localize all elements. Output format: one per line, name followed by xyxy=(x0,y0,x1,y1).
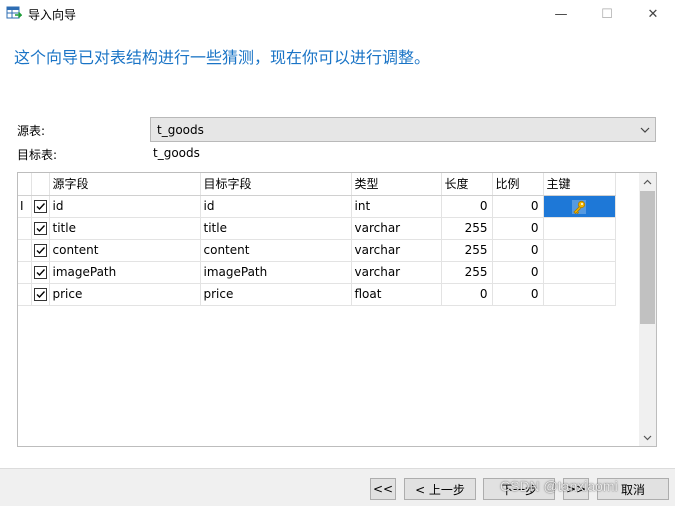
column-header-source[interactable]: 源字段 xyxy=(49,173,201,196)
scale-cell[interactable]: 0 xyxy=(492,283,544,306)
target-field-cell[interactable]: price xyxy=(200,283,352,306)
maximize-button[interactable]: ☐ xyxy=(584,0,630,28)
title-bar: 导入向导 — ☐ ✕ xyxy=(0,0,675,28)
key-icon xyxy=(571,199,586,214)
row-checkbox-cell[interactable] xyxy=(31,283,50,306)
row-checkbox[interactable] xyxy=(33,222,47,235)
row-indicator-header xyxy=(18,173,32,196)
checkmark-icon xyxy=(36,225,45,233)
scale-cell[interactable]: 0 xyxy=(492,195,544,218)
minimize-icon: — xyxy=(554,6,568,22)
window-title: 导入向导 xyxy=(28,8,77,22)
table-row[interactable]: title title varchar 255 0 xyxy=(18,217,616,240)
maximize-icon: ☐ xyxy=(601,6,613,22)
row-checkbox[interactable] xyxy=(33,266,47,279)
scroll-up-button[interactable] xyxy=(639,173,656,190)
source-table-select[interactable]: t_goods xyxy=(150,117,656,142)
length-cell[interactable]: 255 xyxy=(441,261,493,284)
field-mapping-grid: 源字段 目标字段 类型 长度 比例 主键 I id id int 0 0 tit… xyxy=(17,172,657,447)
row-indicator xyxy=(18,239,32,262)
table-row[interactable]: I id id int 0 0 xyxy=(18,195,616,218)
target-table-value: t_goods xyxy=(153,146,200,160)
scale-cell[interactable]: 0 xyxy=(492,239,544,262)
close-button[interactable]: ✕ xyxy=(630,0,675,28)
minimize-button[interactable]: — xyxy=(538,0,584,28)
import-wizard-icon xyxy=(6,6,22,19)
row-checkbox[interactable] xyxy=(33,244,47,257)
length-cell[interactable]: 0 xyxy=(441,195,493,218)
source-field-cell[interactable]: title xyxy=(49,217,201,240)
target-field-cell[interactable]: id xyxy=(200,195,352,218)
chevron-down-icon xyxy=(643,435,652,440)
target-field-cell[interactable]: content xyxy=(200,239,352,262)
current-row-indicator: I xyxy=(18,195,32,218)
scrollbar-thumb[interactable] xyxy=(640,191,655,324)
row-checkbox[interactable] xyxy=(33,288,47,301)
column-header-length[interactable]: 长度 xyxy=(441,173,493,196)
column-header-type[interactable]: 类型 xyxy=(351,173,442,196)
primary-key-cell[interactable] xyxy=(543,283,616,306)
length-cell[interactable]: 255 xyxy=(441,217,493,240)
target-field-cell[interactable]: title xyxy=(200,217,352,240)
type-cell[interactable]: varchar xyxy=(351,239,442,262)
table-row[interactable]: imagePath imagePath varchar 255 0 xyxy=(18,261,616,284)
close-icon: ✕ xyxy=(647,6,659,22)
chevron-up-icon xyxy=(643,179,652,184)
column-header-target[interactable]: 目标字段 xyxy=(200,173,352,196)
source-field-cell[interactable]: price xyxy=(49,283,201,306)
column-header-primary-key[interactable]: 主键 xyxy=(543,173,616,196)
primary-key-cell[interactable] xyxy=(543,195,616,218)
first-step-button[interactable]: << xyxy=(370,478,396,500)
watermark: CSDN @tanxiaomi xyxy=(500,478,618,494)
checkmark-icon xyxy=(36,291,45,299)
vertical-scrollbar[interactable] xyxy=(639,173,656,446)
checkbox-header xyxy=(31,173,50,196)
type-cell[interactable]: int xyxy=(351,195,442,218)
target-field-cell[interactable]: imagePath xyxy=(200,261,352,284)
target-table-label: 目标表: xyxy=(17,148,58,162)
source-field-cell[interactable]: content xyxy=(49,239,201,262)
previous-step-button[interactable]: < 上一步 xyxy=(404,478,476,500)
row-checkbox-cell[interactable] xyxy=(31,217,50,240)
checkmark-icon xyxy=(36,269,45,277)
source-field-cell[interactable]: imagePath xyxy=(49,261,201,284)
length-cell[interactable]: 255 xyxy=(441,239,493,262)
type-cell[interactable]: float xyxy=(351,283,442,306)
row-indicator xyxy=(18,261,32,284)
row-checkbox-cell[interactable] xyxy=(31,261,50,284)
grid-header-row: 源字段 目标字段 类型 长度 比例 主键 xyxy=(18,173,616,196)
table-row[interactable]: price price float 0 0 xyxy=(18,283,616,306)
length-cell[interactable]: 0 xyxy=(441,283,493,306)
source-field-cell[interactable]: id xyxy=(49,195,201,218)
source-table-label: 源表: xyxy=(17,124,46,138)
primary-key-cell[interactable] xyxy=(543,217,616,240)
checkmark-icon xyxy=(36,247,45,255)
column-header-scale[interactable]: 比例 xyxy=(492,173,544,196)
scale-cell[interactable]: 0 xyxy=(492,217,544,240)
primary-key-cell[interactable] xyxy=(543,261,616,284)
type-cell[interactable]: varchar xyxy=(351,217,442,240)
row-indicator xyxy=(18,217,32,240)
row-checkbox-cell[interactable] xyxy=(31,239,50,262)
row-checkbox-cell[interactable] xyxy=(31,195,50,218)
checkmark-icon xyxy=(36,203,45,211)
scale-cell[interactable]: 0 xyxy=(492,261,544,284)
wizard-headline: 这个向导已对表结构进行一些猜测，现在你可以进行调整。 xyxy=(14,48,431,67)
primary-key-cell[interactable] xyxy=(543,239,616,262)
type-cell[interactable]: varchar xyxy=(351,261,442,284)
table-row[interactable]: content content varchar 255 0 xyxy=(18,239,616,262)
row-checkbox[interactable] xyxy=(33,200,47,213)
scroll-down-button[interactable] xyxy=(639,429,656,446)
row-indicator xyxy=(18,283,32,306)
source-table-value: t_goods xyxy=(157,123,204,137)
field-mapping-table: 源字段 目标字段 类型 长度 比例 主键 I id id int 0 0 tit… xyxy=(18,173,616,306)
chevron-down-icon xyxy=(640,127,650,133)
